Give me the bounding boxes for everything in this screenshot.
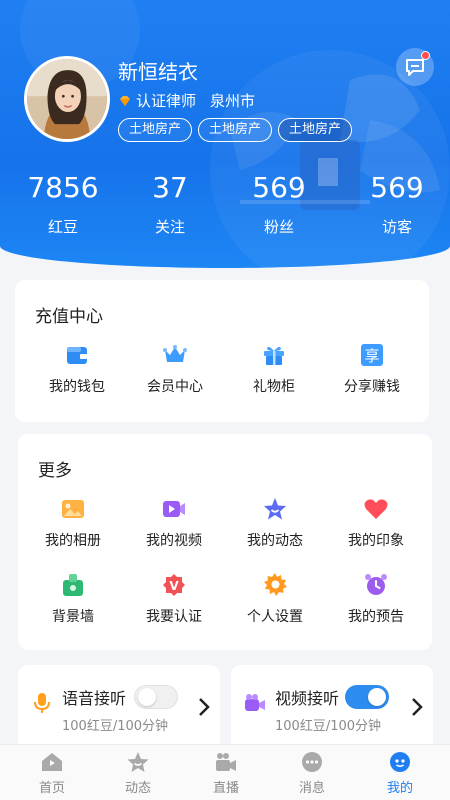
tab-moments[interactable]: 动态 xyxy=(108,751,168,796)
chevron-right-icon[interactable] xyxy=(198,697,210,717)
recharge-title: 充值中心 xyxy=(35,307,103,327)
svg-text:V: V xyxy=(169,579,179,593)
item-label: 我的相册 xyxy=(45,533,101,549)
verify-item[interactable]: V 我要认证 xyxy=(129,572,219,626)
wallet-icon xyxy=(67,347,87,364)
diamond-icon xyxy=(120,95,130,106)
notification-dot xyxy=(421,51,430,60)
item-label: 个人设置 xyxy=(247,609,303,625)
stat-value: 569 xyxy=(370,171,424,204)
tab-messages[interactable]: 消息 xyxy=(282,751,342,796)
chevron-right-icon[interactable] xyxy=(411,697,423,717)
preview-item[interactable]: 我的预告 xyxy=(331,572,421,626)
album-item[interactable]: 我的相册 xyxy=(28,496,118,550)
tab-profile[interactable]: 我的 xyxy=(370,751,430,796)
stat-label: 红豆 xyxy=(47,218,78,236)
wallet-item[interactable]: 我的钱包 xyxy=(32,342,122,396)
stat-following[interactable]: 37 关注 xyxy=(125,168,215,237)
verify-icon: V xyxy=(163,574,185,596)
video-answer-toggle[interactable] xyxy=(345,685,389,709)
stat-label: 访客 xyxy=(381,218,412,236)
tag-list: 土地房产 土地房产 土地房产 xyxy=(118,118,353,142)
tab-label: 动态 xyxy=(124,781,151,796)
item-label: 背景墙 xyxy=(52,609,94,625)
item-label: 我的视频 xyxy=(146,533,202,549)
tab-label: 我的 xyxy=(386,781,413,796)
video-answer-price: 100红豆/100分钟 xyxy=(275,719,382,734)
voice-answer-label: 语音接听 xyxy=(62,689,127,708)
item-label: 分享赚钱 xyxy=(344,379,400,395)
gift-icon xyxy=(264,346,284,365)
tag[interactable]: 土地房产 xyxy=(118,118,193,142)
item-label: 我的印象 xyxy=(348,533,404,549)
certification-label: 认证律师 xyxy=(136,92,197,110)
bottom-tab-bar: 首页 动态 直播 消息 我的 xyxy=(0,744,450,800)
live-icon xyxy=(216,753,236,771)
toggle-knob xyxy=(138,688,156,706)
voice-answer-price: 100红豆/100分钟 xyxy=(62,719,169,734)
message-icon xyxy=(302,752,322,772)
item-label: 我要认证 xyxy=(146,609,202,625)
video-answer-label: 视频接听 xyxy=(275,689,340,708)
item-label: 我的钱包 xyxy=(49,379,105,395)
video-camera-icon xyxy=(245,694,265,711)
avatar[interactable] xyxy=(24,56,110,142)
microphone-icon xyxy=(34,693,50,713)
city-label: 泉州市 xyxy=(210,92,256,110)
voice-answer-toggle[interactable] xyxy=(134,685,178,709)
tab-label: 直播 xyxy=(212,781,239,796)
tab-live[interactable]: 直播 xyxy=(196,751,256,796)
tab-label: 消息 xyxy=(298,781,325,796)
toggle-knob xyxy=(368,688,386,706)
background-wall-item[interactable]: 背景墙 xyxy=(28,572,118,626)
moments-icon xyxy=(127,752,149,772)
item-label: 会员中心 xyxy=(147,379,203,395)
tag[interactable]: 土地房产 xyxy=(198,118,273,142)
certification-line: 认证律师 泉州市 xyxy=(118,90,255,111)
heart-icon xyxy=(364,499,388,519)
item-label: 我的动态 xyxy=(247,533,303,549)
album-icon xyxy=(62,500,84,518)
recharge-card: 充值中心 我的钱包 会员中心 礼物柜 享 分享赚钱 xyxy=(15,280,429,422)
gift-cabinet-item[interactable]: 礼物柜 xyxy=(229,342,319,396)
item-label: 我的预告 xyxy=(348,609,404,625)
chat-button[interactable] xyxy=(396,48,434,86)
home-icon xyxy=(42,753,62,771)
star-icon xyxy=(264,498,286,520)
settings-item[interactable]: 个人设置 xyxy=(230,572,320,626)
profile-header: 新恒结衣 认证律师 泉州市 土地房产 土地房产 土地房产 7856 红豆 37 … xyxy=(0,0,450,268)
more-title: 更多 xyxy=(38,461,72,481)
background-wall-icon xyxy=(63,574,83,596)
stat-value: 569 xyxy=(252,171,306,204)
video-answer-card[interactable]: 视频接听 100红豆/100分钟 xyxy=(231,665,433,755)
tag[interactable]: 土地房产 xyxy=(278,118,353,142)
video-icon xyxy=(163,501,185,517)
moments-item[interactable]: 我的动态 xyxy=(230,496,320,550)
stat-value: 37 xyxy=(152,171,188,204)
impression-item[interactable]: 我的印象 xyxy=(331,496,421,550)
share-icon: 享 xyxy=(361,344,383,366)
stat-value: 7856 xyxy=(27,171,99,204)
item-label: 礼物柜 xyxy=(253,379,295,395)
tab-label: 首页 xyxy=(38,781,65,796)
stat-visitors[interactable]: 569 访客 xyxy=(352,168,442,237)
tab-home[interactable]: 首页 xyxy=(22,751,82,796)
vip-center-item[interactable]: 会员中心 xyxy=(130,342,220,396)
stat-fans[interactable]: 569 粉丝 xyxy=(234,168,324,237)
more-card: 更多 我的相册 我的视频 我的动态 我的印象 背景墙 V 我要认证 个人设置 我… xyxy=(18,434,432,650)
stat-label: 粉丝 xyxy=(263,218,294,236)
video-item[interactable]: 我的视频 xyxy=(129,496,219,550)
stat-label: 关注 xyxy=(154,218,185,236)
alarm-clock-icon xyxy=(365,574,387,595)
voice-answer-card[interactable]: 语音接听 100红豆/100分钟 xyxy=(18,665,220,755)
avatar-image xyxy=(27,59,107,139)
crown-icon xyxy=(163,345,187,362)
user-name: 新恒结衣 xyxy=(118,60,198,84)
stat-hongdou[interactable]: 7856 红豆 xyxy=(18,168,108,237)
svg-text:享: 享 xyxy=(364,347,379,365)
gear-icon xyxy=(264,573,287,596)
share-earn-item[interactable]: 享 分享赚钱 xyxy=(327,342,417,396)
profile-icon xyxy=(390,752,410,772)
